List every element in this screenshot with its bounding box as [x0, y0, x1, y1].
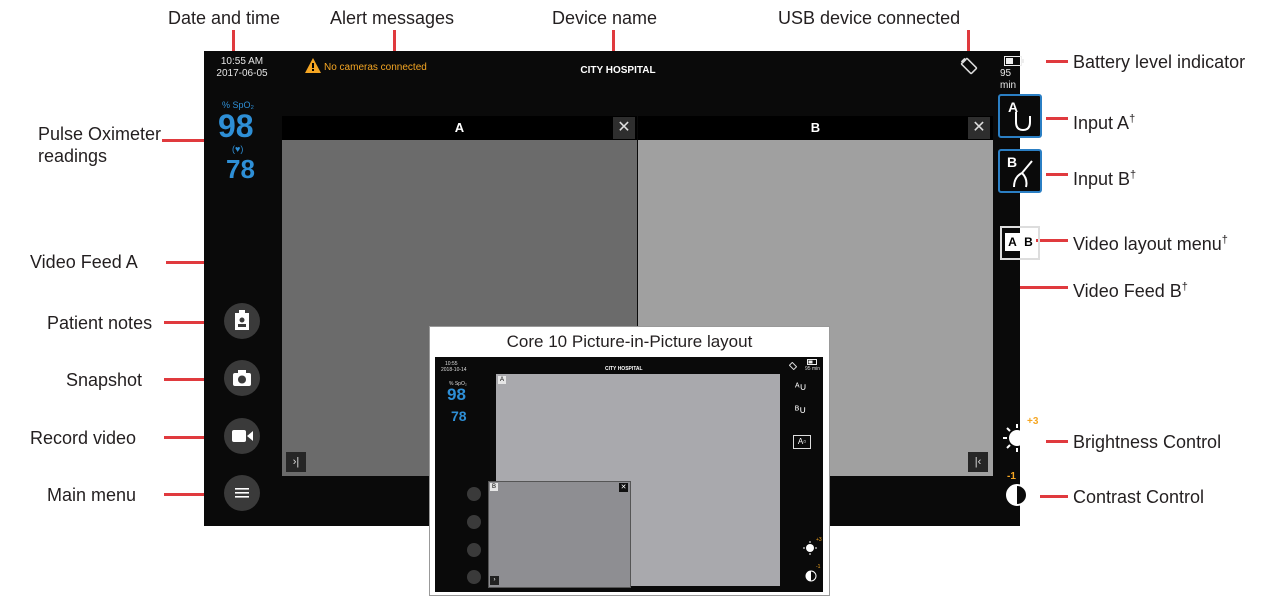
pip-battery-time: 95 min [805, 366, 821, 372]
record-video-button[interactable] [224, 418, 260, 454]
clipboard-icon [235, 310, 249, 330]
pip-battery-icon [807, 359, 817, 365]
camera-icon [233, 370, 251, 386]
pip-brightness-icon[interactable] [803, 541, 817, 555]
callout-snapshot: Snapshot [66, 370, 143, 390]
pip-inset: Core 10 Picture-in-Picture layout 10:55 … [429, 326, 830, 596]
callout-date-time: Date and time [168, 8, 281, 28]
feed-a-header: A [282, 116, 637, 140]
close-feed-a-button[interactable]: ✕ [613, 117, 635, 139]
warning-icon [305, 58, 321, 73]
battery-icon [1004, 56, 1024, 66]
pip-title: Core 10 Picture-in-Picture layout [506, 332, 753, 351]
callout-contrast: Contrast Control [1073, 487, 1205, 507]
callout-alert-messages: Alert messages [330, 8, 455, 28]
collapse-tab-left[interactable]: ›| [286, 452, 306, 472]
leader-device-name [612, 30, 615, 52]
pip-notes-button[interactable] [467, 487, 481, 501]
heart-icon: (♥) [232, 144, 244, 154]
brightness-badge: +3 [1027, 416, 1039, 427]
pip-input-a-icon[interactable]: ᴬ∪ [795, 382, 807, 393]
patient-notes-button[interactable] [224, 303, 260, 339]
leader-alert [393, 30, 396, 52]
device-name: CITY HOSPITAL [580, 65, 656, 76]
pip-record-button[interactable] [467, 543, 481, 557]
scope-b-icon [1013, 160, 1033, 188]
input-b-button[interactable]: B [998, 149, 1042, 193]
screen-time: 10:55 AM [220, 56, 264, 67]
pip-feed-a-label: A [498, 376, 506, 384]
callout-device-name: Device name [552, 8, 658, 28]
dagger-mark: † [1129, 113, 1136, 125]
pip-snapshot-button[interactable] [467, 515, 481, 529]
collapse-tab-right[interactable]: |‹ [968, 452, 988, 472]
dagger-mark: † [1130, 169, 1137, 181]
callout-brightness: Brightness Control [1073, 432, 1222, 452]
usb-icon [960, 57, 978, 75]
battery-time: 95 min [1000, 68, 1017, 91]
pip-brightness-badge: +3 [816, 537, 822, 543]
leader-usb [967, 30, 970, 52]
layout-b-box: B [1021, 233, 1036, 251]
input-a-button[interactable]: A [998, 94, 1042, 138]
callout-battery: Battery level indicator [1073, 52, 1246, 72]
pip-spo2-value: 98 [447, 385, 466, 404]
callout-video-layout: Video layout menu† [1073, 234, 1228, 254]
leader-battery [1046, 60, 1068, 63]
pip-layout-icon[interactable]: A▫ [793, 435, 811, 449]
snapshot-button[interactable] [224, 360, 260, 396]
alert-message: No cameras connected [324, 62, 427, 73]
pip-menu-button[interactable] [467, 570, 481, 584]
leader-pulse-ox [162, 139, 210, 142]
callout-pulse-ox-1: Pulse Oximeter [38, 124, 162, 144]
screen-date: 2017-06-05 [216, 68, 268, 79]
dagger-mark: † [1181, 281, 1188, 293]
pip-date: 2018-10-14 [441, 367, 467, 373]
scope-a-icon [1015, 112, 1031, 132]
pip-pulse-value: 78 [451, 408, 467, 424]
spo2-value: 98 [218, 108, 254, 144]
pip-contrast-icon[interactable] [805, 570, 817, 582]
callout-usb-device: USB device connected [778, 8, 961, 28]
dagger-mark: † [1221, 234, 1228, 246]
pip-usb-icon [789, 362, 797, 370]
leader-brightness [1046, 440, 1068, 443]
callout-main-menu: Main menu [47, 485, 137, 505]
callout-pulse-ox-2: readings [38, 146, 108, 166]
callout-input-a: Input A† [1073, 113, 1136, 133]
pip-close-b-icon[interactable]: ✕ [619, 483, 628, 492]
pip-input-b-icon[interactable]: ᴮ∪ [795, 405, 806, 416]
leader-input-b [1046, 173, 1068, 176]
callout-input-b: Input B† [1073, 169, 1137, 189]
hamburger-icon [235, 488, 249, 498]
layout-a-box: A [1005, 233, 1020, 251]
pip-contrast-badge: -1 [816, 564, 821, 570]
callout-video-feed-b: Video Feed B† [1073, 281, 1188, 301]
leader-input-a [1046, 117, 1068, 120]
pulse-value: 78 [226, 154, 255, 184]
main-menu-button[interactable] [224, 475, 260, 511]
video-layout-button[interactable]: A B [1000, 226, 1040, 260]
pip-feed-b-label: B [490, 483, 498, 491]
pip-feed-b [488, 481, 631, 588]
leader-date-time [232, 30, 235, 52]
contrast-badge: -1 [1007, 471, 1016, 482]
video-camera-icon [232, 430, 253, 442]
contrast-icon[interactable] [1005, 483, 1029, 507]
callout-video-feed-a: Video Feed A [30, 252, 138, 272]
pip-screen: 10:55 2018-10-14 CITY HOSPITAL 95 min % … [435, 357, 823, 592]
feed-b-header: B [638, 116, 993, 140]
pip-expand-tab[interactable]: › [490, 576, 499, 585]
callout-record-video: Record video [30, 428, 137, 448]
leader-contrast [1040, 495, 1068, 498]
close-feed-b-button[interactable]: ✕ [968, 117, 990, 139]
pip-device-name: CITY HOSPITAL [605, 366, 643, 372]
callout-patient-notes: Patient notes [47, 313, 153, 333]
